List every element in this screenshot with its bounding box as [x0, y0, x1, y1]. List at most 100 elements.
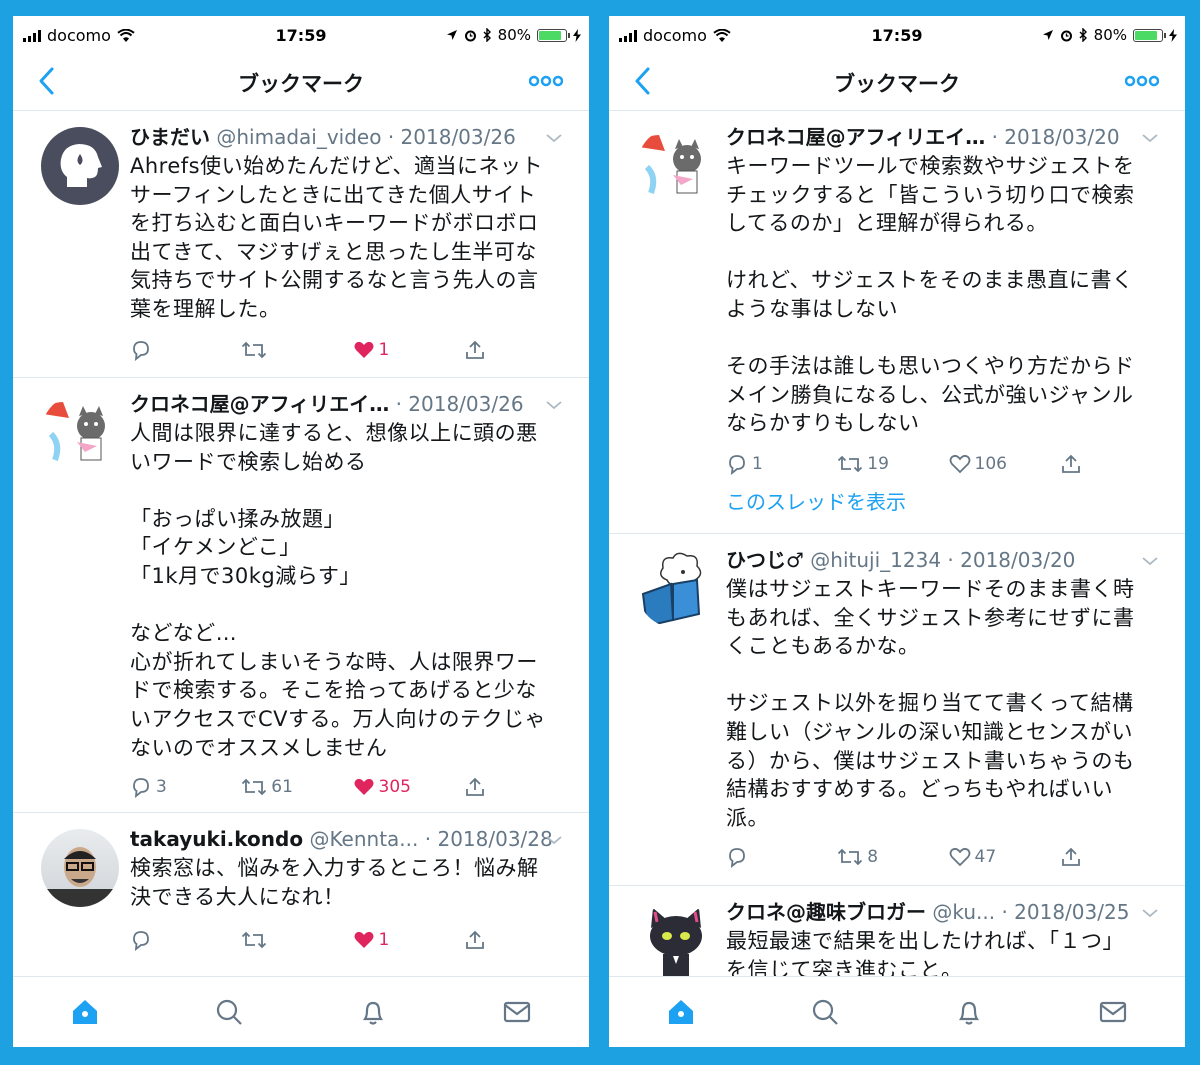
back-arrow-icon[interactable] [33, 66, 63, 96]
messages-icon [1099, 1001, 1127, 1023]
retweet-button[interactable]: 19 [837, 453, 948, 475]
battery-percent: 80% [497, 26, 531, 44]
reply-button[interactable]: 1 [726, 453, 837, 475]
like-button[interactable]: 1 [353, 929, 464, 951]
reply-icon [133, 778, 149, 798]
bookmark-timeline[interactable]: ひまだい @himadai_video · 2018/03/26 Ahrefs使… [13, 111, 589, 977]
tab-search[interactable] [209, 992, 249, 1032]
left-screen: docomo 17:59 80% ブックマーク ひまだい @himadai_vi… [13, 16, 589, 1047]
like-button[interactable]: 106 [949, 453, 1060, 475]
tweet-actions: 3 61 305 [130, 772, 575, 802]
tweet-text: 人間は限界に達すると、想像以上に頭の悪 いワードで検索し始める 「おっぱい揉み放… [130, 421, 546, 760]
chevron-down-icon[interactable] [545, 834, 563, 846]
author-name[interactable]: takayuki.kondo [130, 827, 303, 851]
retweet-button[interactable] [241, 339, 352, 361]
author-handle[interactable]: @himadai_video [216, 125, 381, 149]
like-count: 106 [974, 454, 1007, 474]
author-handle[interactable]: @Kennta... [309, 827, 418, 851]
tab-home[interactable] [65, 992, 105, 1032]
tweet-date: · 2018/03/20 [947, 548, 1076, 572]
chevron-down-icon[interactable] [545, 132, 563, 144]
reply-icon [729, 455, 745, 475]
author-name[interactable]: ひまだい [130, 125, 210, 149]
status-bar: docomo 17:59 80% [13, 16, 589, 56]
author-handle[interactable]: @ku... [932, 900, 995, 924]
tweet[interactable]: takayuki.kondo @Kennta... · 2018/03/28 検… [13, 813, 589, 977]
tab-search[interactable] [805, 992, 845, 1032]
reply-button[interactable] [726, 846, 837, 868]
author-name[interactable]: クロネコ屋@アフィリエイ… [130, 392, 389, 416]
bookmark-timeline[interactable]: クロネコ屋@アフィリエイ… · 2018/03/20 キーワードツールで検索数や… [609, 111, 1185, 977]
share-button[interactable] [1060, 453, 1171, 475]
home-icon [73, 1000, 97, 1024]
author-name[interactable]: クロネ@趣味ブロガー [726, 900, 926, 924]
reply-icon [133, 341, 149, 361]
chevron-down-icon[interactable] [1141, 907, 1159, 919]
chevron-down-icon[interactable] [1141, 132, 1159, 144]
author-handle[interactable]: @hituji_1234 [810, 548, 941, 572]
location-icon [1042, 30, 1053, 40]
author-name[interactable]: ひつじ♂ [726, 548, 804, 572]
avatar[interactable] [637, 127, 715, 205]
like-icon [354, 341, 373, 358]
tab-messages[interactable] [1093, 992, 1133, 1032]
tweet[interactable]: ひつじ♂ @hituji_1234 · 2018/03/20 僕はサジェストキー… [609, 534, 1185, 886]
tab-home[interactable] [661, 992, 701, 1032]
tweet-text: キーワードツールで検索数やサジェストを チェックすると「皆こういう切り口で検索 … [726, 154, 1135, 436]
like-button[interactable]: 305 [353, 776, 464, 798]
tweet-date: · 2018/03/25 [1001, 900, 1130, 924]
location-icon [446, 30, 457, 40]
search-icon [216, 999, 242, 1025]
avatar[interactable] [637, 902, 715, 977]
share-button[interactable] [464, 776, 575, 798]
tab-notifications[interactable] [353, 992, 393, 1032]
tweet-date: · 2018/03/28 [424, 827, 553, 851]
more-options-icon[interactable] [1125, 70, 1159, 92]
share-button[interactable] [464, 339, 575, 361]
avatar[interactable] [637, 550, 715, 628]
more-options-icon[interactable] [529, 70, 563, 92]
tweet[interactable]: クロネコ屋@アフィリエイ… · 2018/03/26 人間は限界に達すると、想像… [13, 378, 589, 813]
messages-icon [503, 1001, 531, 1023]
like-button[interactable]: 47 [949, 846, 1060, 868]
tweet-text: 最短最速で結果を出したければ、「１つ」 を信じて突き進むこと。 [726, 929, 1124, 977]
avatar[interactable] [41, 127, 119, 205]
alarm-icon [464, 30, 476, 41]
retweet-count: 19 [867, 454, 889, 474]
like-icon [949, 847, 970, 867]
avatar[interactable] [41, 829, 119, 907]
tweet[interactable]: クロネ@趣味ブロガー @ku... · 2018/03/25 最短最速で結果を出… [609, 886, 1185, 977]
retweet-button[interactable] [241, 929, 352, 951]
author-name[interactable]: クロネコ屋@アフィリエイ… [726, 125, 985, 149]
tweet-date: · 2018/03/20 [991, 125, 1120, 149]
tweet[interactable]: クロネコ屋@アフィリエイ… · 2018/03/20 キーワードツールで検索数や… [609, 111, 1185, 534]
notifications-icon [362, 1001, 384, 1025]
tab-notifications[interactable] [949, 992, 989, 1032]
show-thread-link[interactable]: このスレッドを表示 [726, 486, 906, 515]
retweet-button[interactable]: 8 [837, 846, 948, 868]
share-icon [465, 777, 484, 796]
like-count: 305 [378, 777, 411, 797]
home-icon [669, 1000, 693, 1024]
battery-percent: 80% [1093, 26, 1127, 44]
bluetooth-icon [483, 28, 491, 42]
chevron-down-icon[interactable] [545, 399, 563, 411]
retweet-button[interactable]: 61 [241, 776, 352, 798]
back-arrow-icon[interactable] [629, 66, 659, 96]
tab-bar [13, 976, 589, 1047]
share-button[interactable] [1060, 846, 1171, 868]
retweet-count: 61 [271, 777, 293, 797]
search-icon [812, 999, 838, 1025]
avatar[interactable] [41, 394, 119, 472]
reply-icon [729, 848, 745, 868]
tab-bar [609, 976, 1185, 1047]
reply-button[interactable] [130, 339, 241, 361]
tab-messages[interactable] [497, 992, 537, 1032]
reply-button[interactable]: 3 [130, 776, 241, 798]
tweet[interactable]: ひまだい @himadai_video · 2018/03/26 Ahrefs使… [13, 111, 589, 378]
like-icon [354, 778, 373, 795]
like-button[interactable]: 1 [353, 339, 464, 361]
reply-button[interactable] [130, 929, 241, 951]
chevron-down-icon[interactable] [1141, 555, 1159, 567]
share-button[interactable] [464, 929, 575, 951]
